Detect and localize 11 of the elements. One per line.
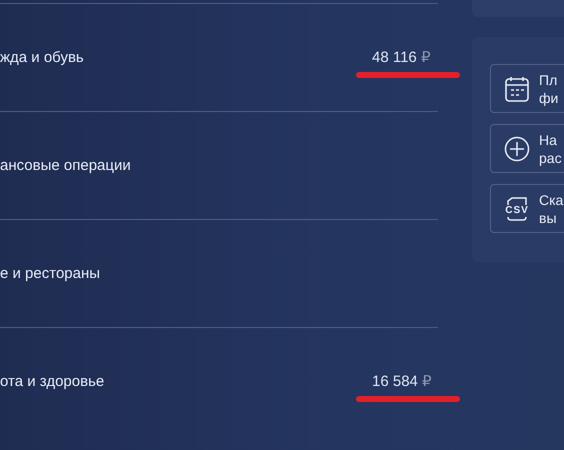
category-amount: 16 584 ₽ (372, 373, 432, 390)
action-button[interactable]: CSV Ска вы (490, 184, 564, 233)
action-button[interactable]: Пл фи (490, 64, 564, 113)
plus-icon (504, 136, 530, 162)
category-name: ансовые операции (0, 157, 131, 174)
category-name: жда и обувь (0, 49, 84, 66)
action-button[interactable]: На рас (490, 124, 564, 173)
category-name: е и рестораны (0, 265, 100, 282)
calendar-icon (504, 74, 530, 102)
category-amount: 48 116 ₽ (372, 49, 430, 66)
category-name: ота и здоровье (0, 373, 104, 390)
